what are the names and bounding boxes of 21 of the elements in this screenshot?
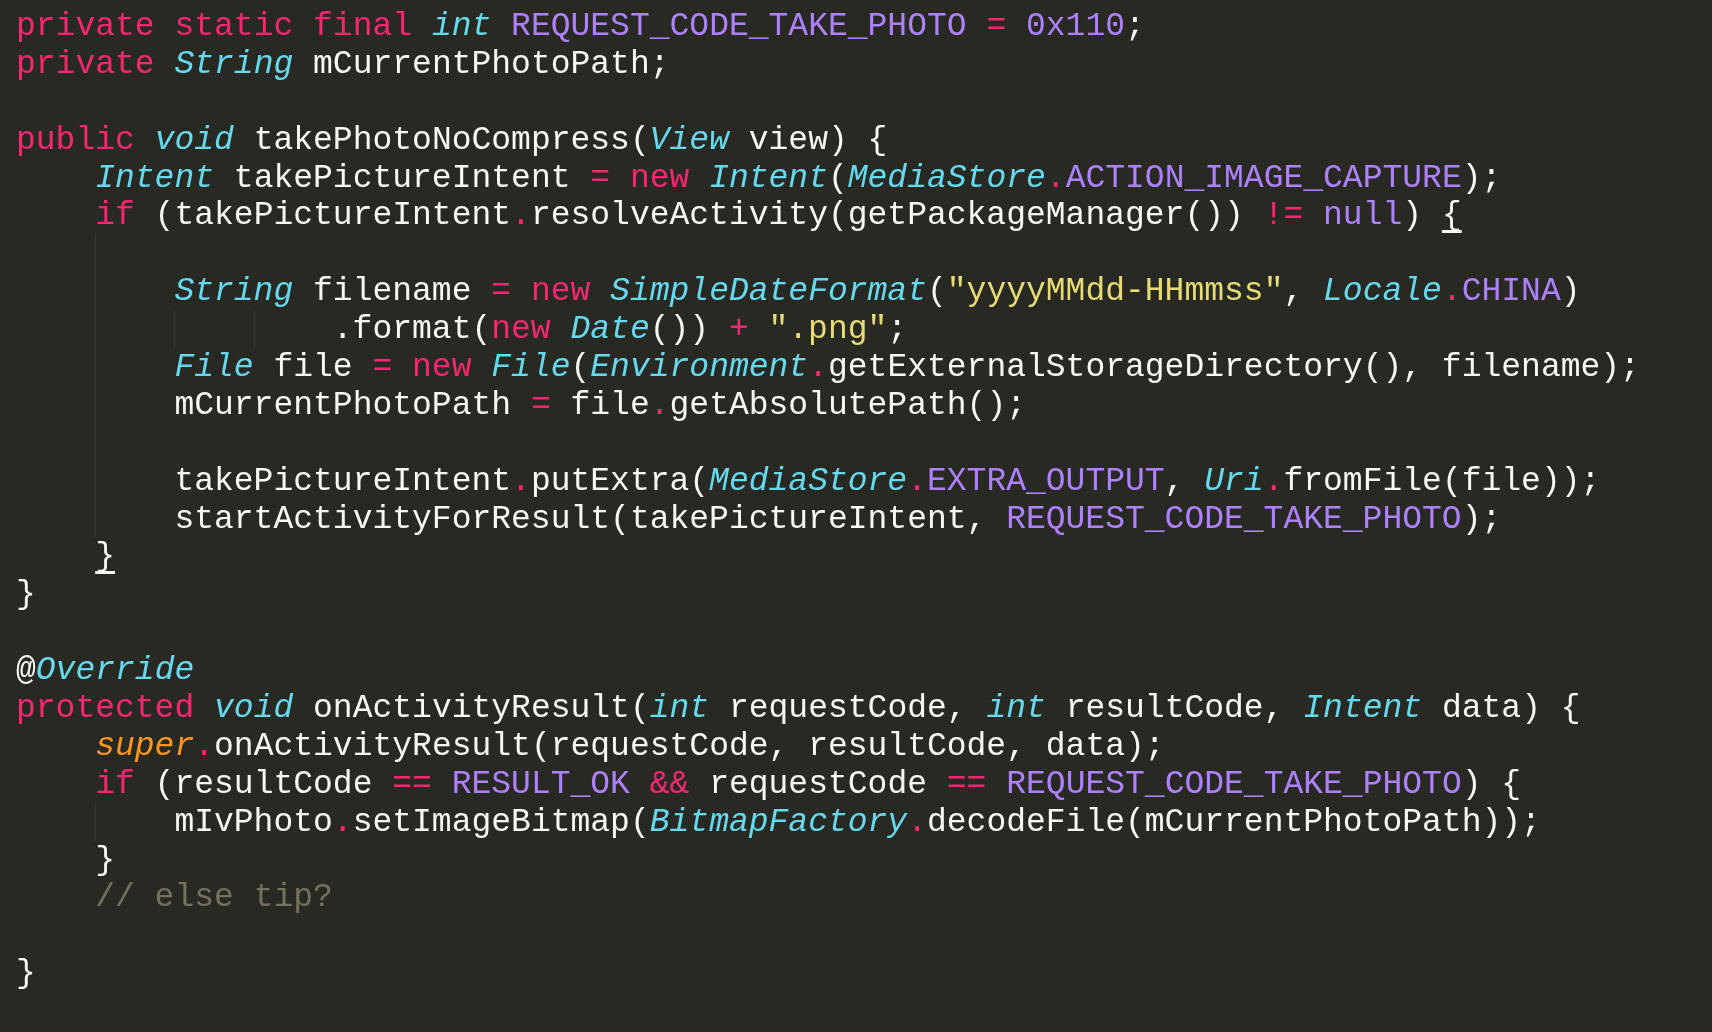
code-line: private static final int REQUEST_CODE_TAKE_PHOTO = 0x110; (16, 8, 1145, 46)
code-line: protected void onActivityResult(int requestCode, int resultCode, Intent data) { (16, 690, 1581, 728)
code-line: @Override (16, 652, 195, 691)
code-line: } (95, 538, 115, 577)
code-line: Intent takePictureIntent = new Intent(MediaStore.ACTION_IMAGE_CAPTURE); (95, 159, 1502, 198)
code-line: super.onActivityResult(requestCode, resultCode, data); (95, 727, 1165, 766)
code-line: // else tip? (95, 879, 333, 918)
code-line: } (16, 576, 36, 615)
code-line: takePictureIntent.putExtra(MediaStore.EXTRA_OUTPUT, Uri.fromFile(file)); (174, 462, 1601, 501)
code-line: } (95, 841, 115, 880)
code-line: File file = new File(Environment.getExternalStorageDirectory(), filename); (174, 349, 1640, 387)
code-line: private String mCurrentPhotoPath; (16, 45, 670, 84)
code-line: startActivityForResult(takePictureIntent, REQUEST_CODE_TAKE_PHOTO); (174, 500, 1502, 539)
code-line: if (resultCode == RESULT_OK && requestCode == REQUEST_CODE_TAKE_PHOTO) { (95, 765, 1522, 804)
code-line: public void takePhotoNoCompress(View view) { (16, 121, 888, 160)
code-line: if (takePictureIntent.resolveActivity(getPackageManager()) != null) { (95, 197, 1462, 236)
code-line: String filename = new SimpleDateFormat("yyyyMMdd-HHmmss", Locale.CHINA) (174, 273, 1581, 312)
code-line: .format(new Date()) + ".png"; (332, 311, 908, 349)
code-line: mIvPhoto.setImageBitmap(BitmapFactory.decodeFile(mCurrentPhotoPath)); (174, 803, 1541, 842)
code-line: mCurrentPhotoPath = file.getAbsolutePath(); (174, 386, 1026, 425)
code-line: } (16, 955, 36, 994)
